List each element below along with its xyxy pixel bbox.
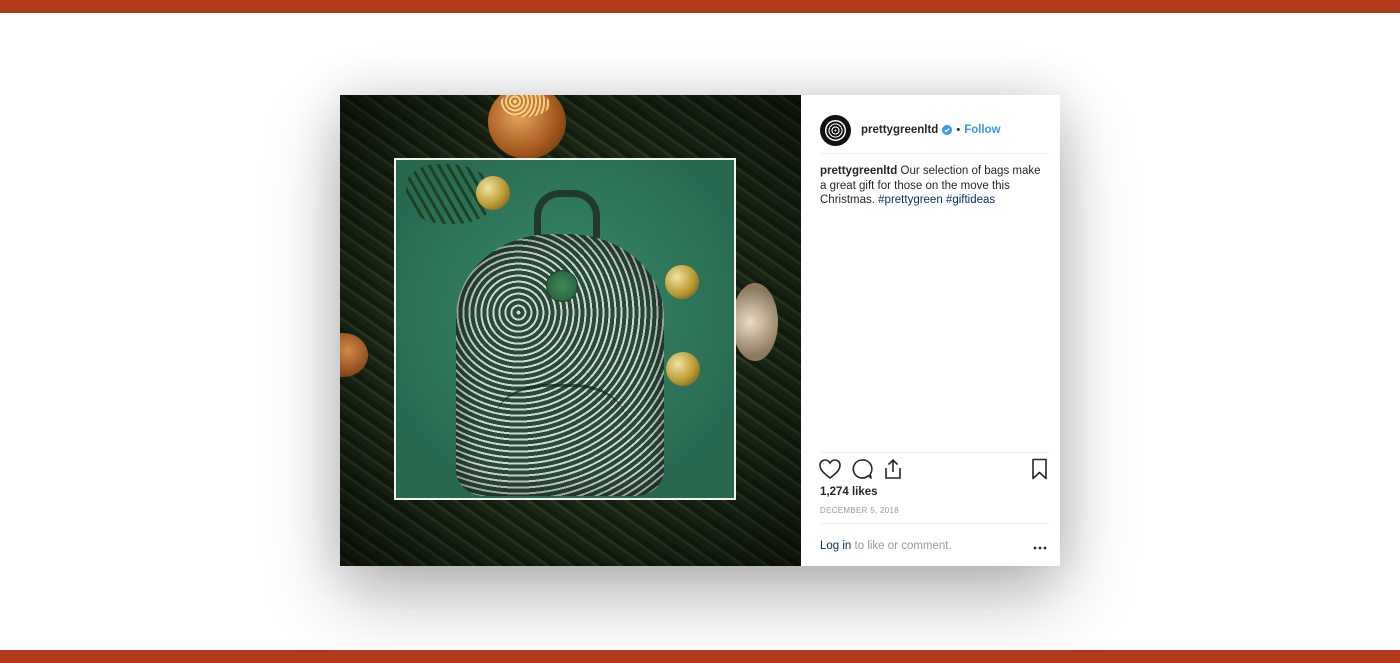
instagram-post-card: prettygreenltd • Follow prettygreenltd O… bbox=[340, 95, 1060, 566]
post-sidebar: prettygreenltd • Follow prettygreenltd O… bbox=[801, 95, 1060, 566]
share-icon[interactable] bbox=[881, 458, 905, 485]
action-bar bbox=[818, 458, 1052, 484]
separator-dot: • bbox=[956, 124, 961, 136]
gold-ornament bbox=[488, 95, 566, 159]
silver-ornament bbox=[732, 283, 778, 361]
login-link[interactable]: Log in bbox=[820, 540, 851, 552]
login-row: Log in to like or comment. bbox=[820, 523, 1049, 567]
hashtag-link[interactable]: #giftideas bbox=[946, 194, 995, 206]
bottom-color-band bbox=[0, 650, 1400, 663]
login-suffix-text: to like or comment. bbox=[851, 539, 952, 552]
top-color-band bbox=[0, 0, 1400, 13]
copper-ornament bbox=[340, 333, 368, 377]
verified-icon bbox=[942, 125, 953, 135]
post-header: prettygreenltd • Follow bbox=[820, 107, 1049, 154]
small-gold-bauble bbox=[666, 352, 700, 386]
caption-username[interactable]: prettygreenltd bbox=[820, 165, 897, 177]
avatar-logo bbox=[825, 119, 846, 141]
photo-inner-frame bbox=[394, 158, 736, 500]
avatar[interactable] bbox=[820, 114, 851, 146]
small-gold-bauble bbox=[665, 265, 699, 299]
backpack-logo-patch bbox=[546, 270, 578, 302]
post-photo[interactable] bbox=[340, 95, 801, 566]
heart-icon[interactable] bbox=[818, 458, 842, 485]
follow-button[interactable]: Follow bbox=[964, 124, 1000, 136]
bookmark-icon[interactable] bbox=[1030, 458, 1050, 485]
actions-divider bbox=[820, 452, 1049, 453]
hashtag-link[interactable]: #prettygreen bbox=[878, 194, 943, 206]
post-caption: prettygreenltd Our selection of bags mak… bbox=[820, 164, 1050, 208]
comment-icon[interactable] bbox=[850, 458, 874, 485]
small-gold-bauble bbox=[476, 176, 510, 210]
post-date: DECEMBER 5, 2018 bbox=[820, 506, 900, 515]
username-link[interactable]: prettygreenltd bbox=[861, 124, 938, 136]
more-icon[interactable] bbox=[1033, 541, 1047, 553]
likes-count[interactable]: 1,274 likes bbox=[820, 486, 878, 498]
